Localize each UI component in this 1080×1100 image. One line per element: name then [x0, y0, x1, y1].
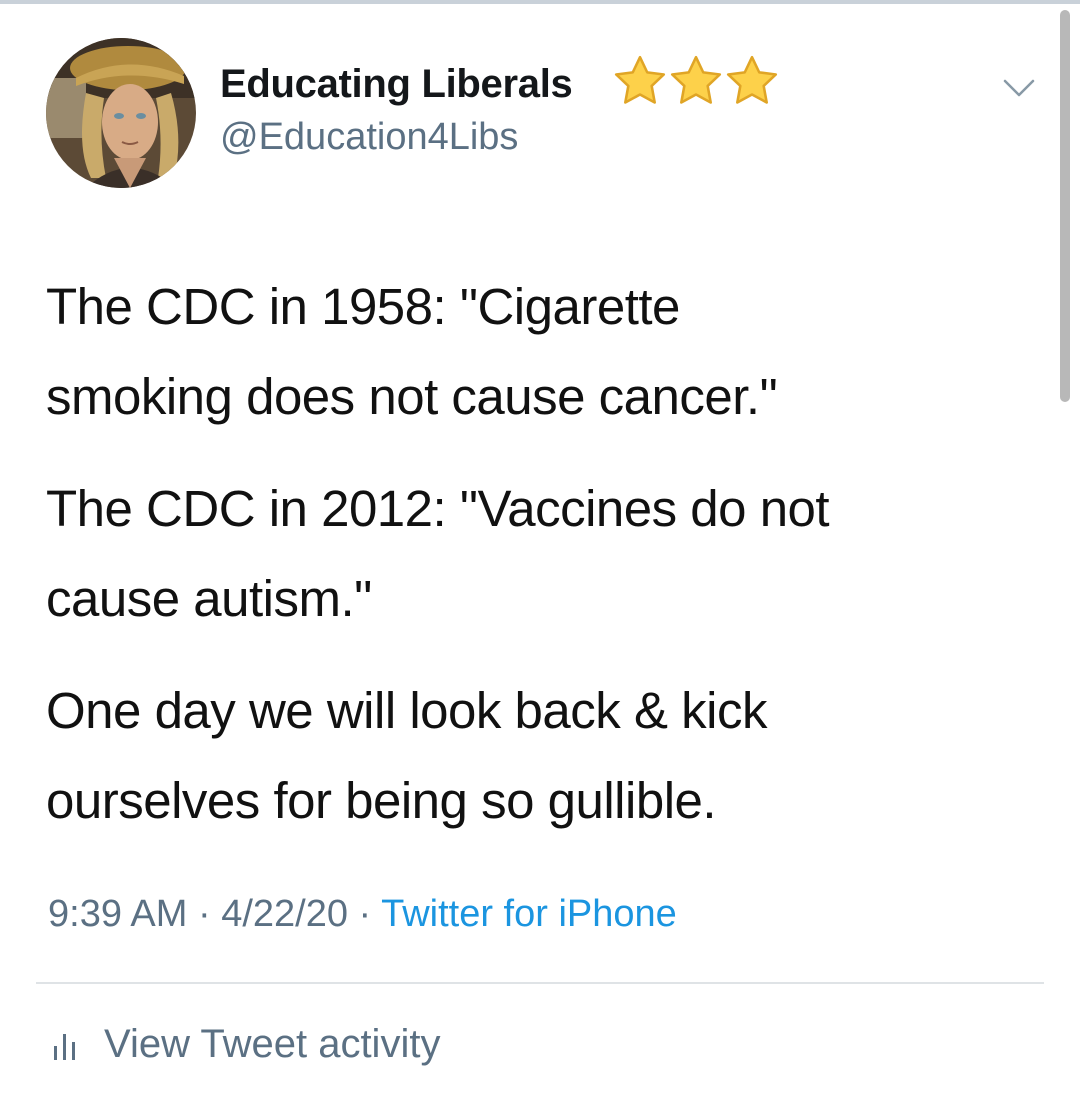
- tweet-text: The CDC in 1958: "Cigarette smoking does…: [46, 262, 1036, 868]
- tweet-paragraph: One day we will look back & kick ourselv…: [46, 682, 767, 829]
- view-tweet-activity-button[interactable]: View Tweet activity: [50, 1022, 440, 1067]
- divider: [36, 982, 1044, 984]
- avatar[interactable]: [46, 38, 196, 188]
- tweet-paragraph: The CDC in 1958: "Cigarette smoking does…: [46, 278, 778, 425]
- tweet-paragraph: The CDC in 2012: "Vaccines do not cause …: [46, 480, 830, 627]
- tweet-time[interactable]: 9:39 AM: [48, 893, 187, 935]
- display-name[interactable]: Educating Liberals: [220, 62, 573, 107]
- tweet-date[interactable]: 4/22/20: [221, 893, 348, 935]
- meta-separator: ·: [348, 893, 382, 935]
- star-icon: [614, 55, 666, 104]
- top-border: [0, 0, 1080, 4]
- bar-chart-icon: [54, 1033, 75, 1060]
- activity-label: View Tweet activity: [104, 1022, 441, 1066]
- star-icon: [670, 55, 722, 104]
- scrollbar[interactable]: [1060, 10, 1070, 402]
- meta-separator: ·: [187, 893, 222, 935]
- tweet-source-link[interactable]: Twitter for iPhone: [381, 893, 677, 935]
- tweet-meta: 9:39 AM · 4/22/20 · Twitter for iPhone: [48, 893, 677, 936]
- author-handle[interactable]: @Education4Libs: [220, 116, 518, 159]
- star-icon: [726, 55, 778, 104]
- avatar-image: [46, 38, 196, 188]
- badge-stars: [612, 53, 780, 109]
- chevron-down-icon[interactable]: [1002, 76, 1036, 100]
